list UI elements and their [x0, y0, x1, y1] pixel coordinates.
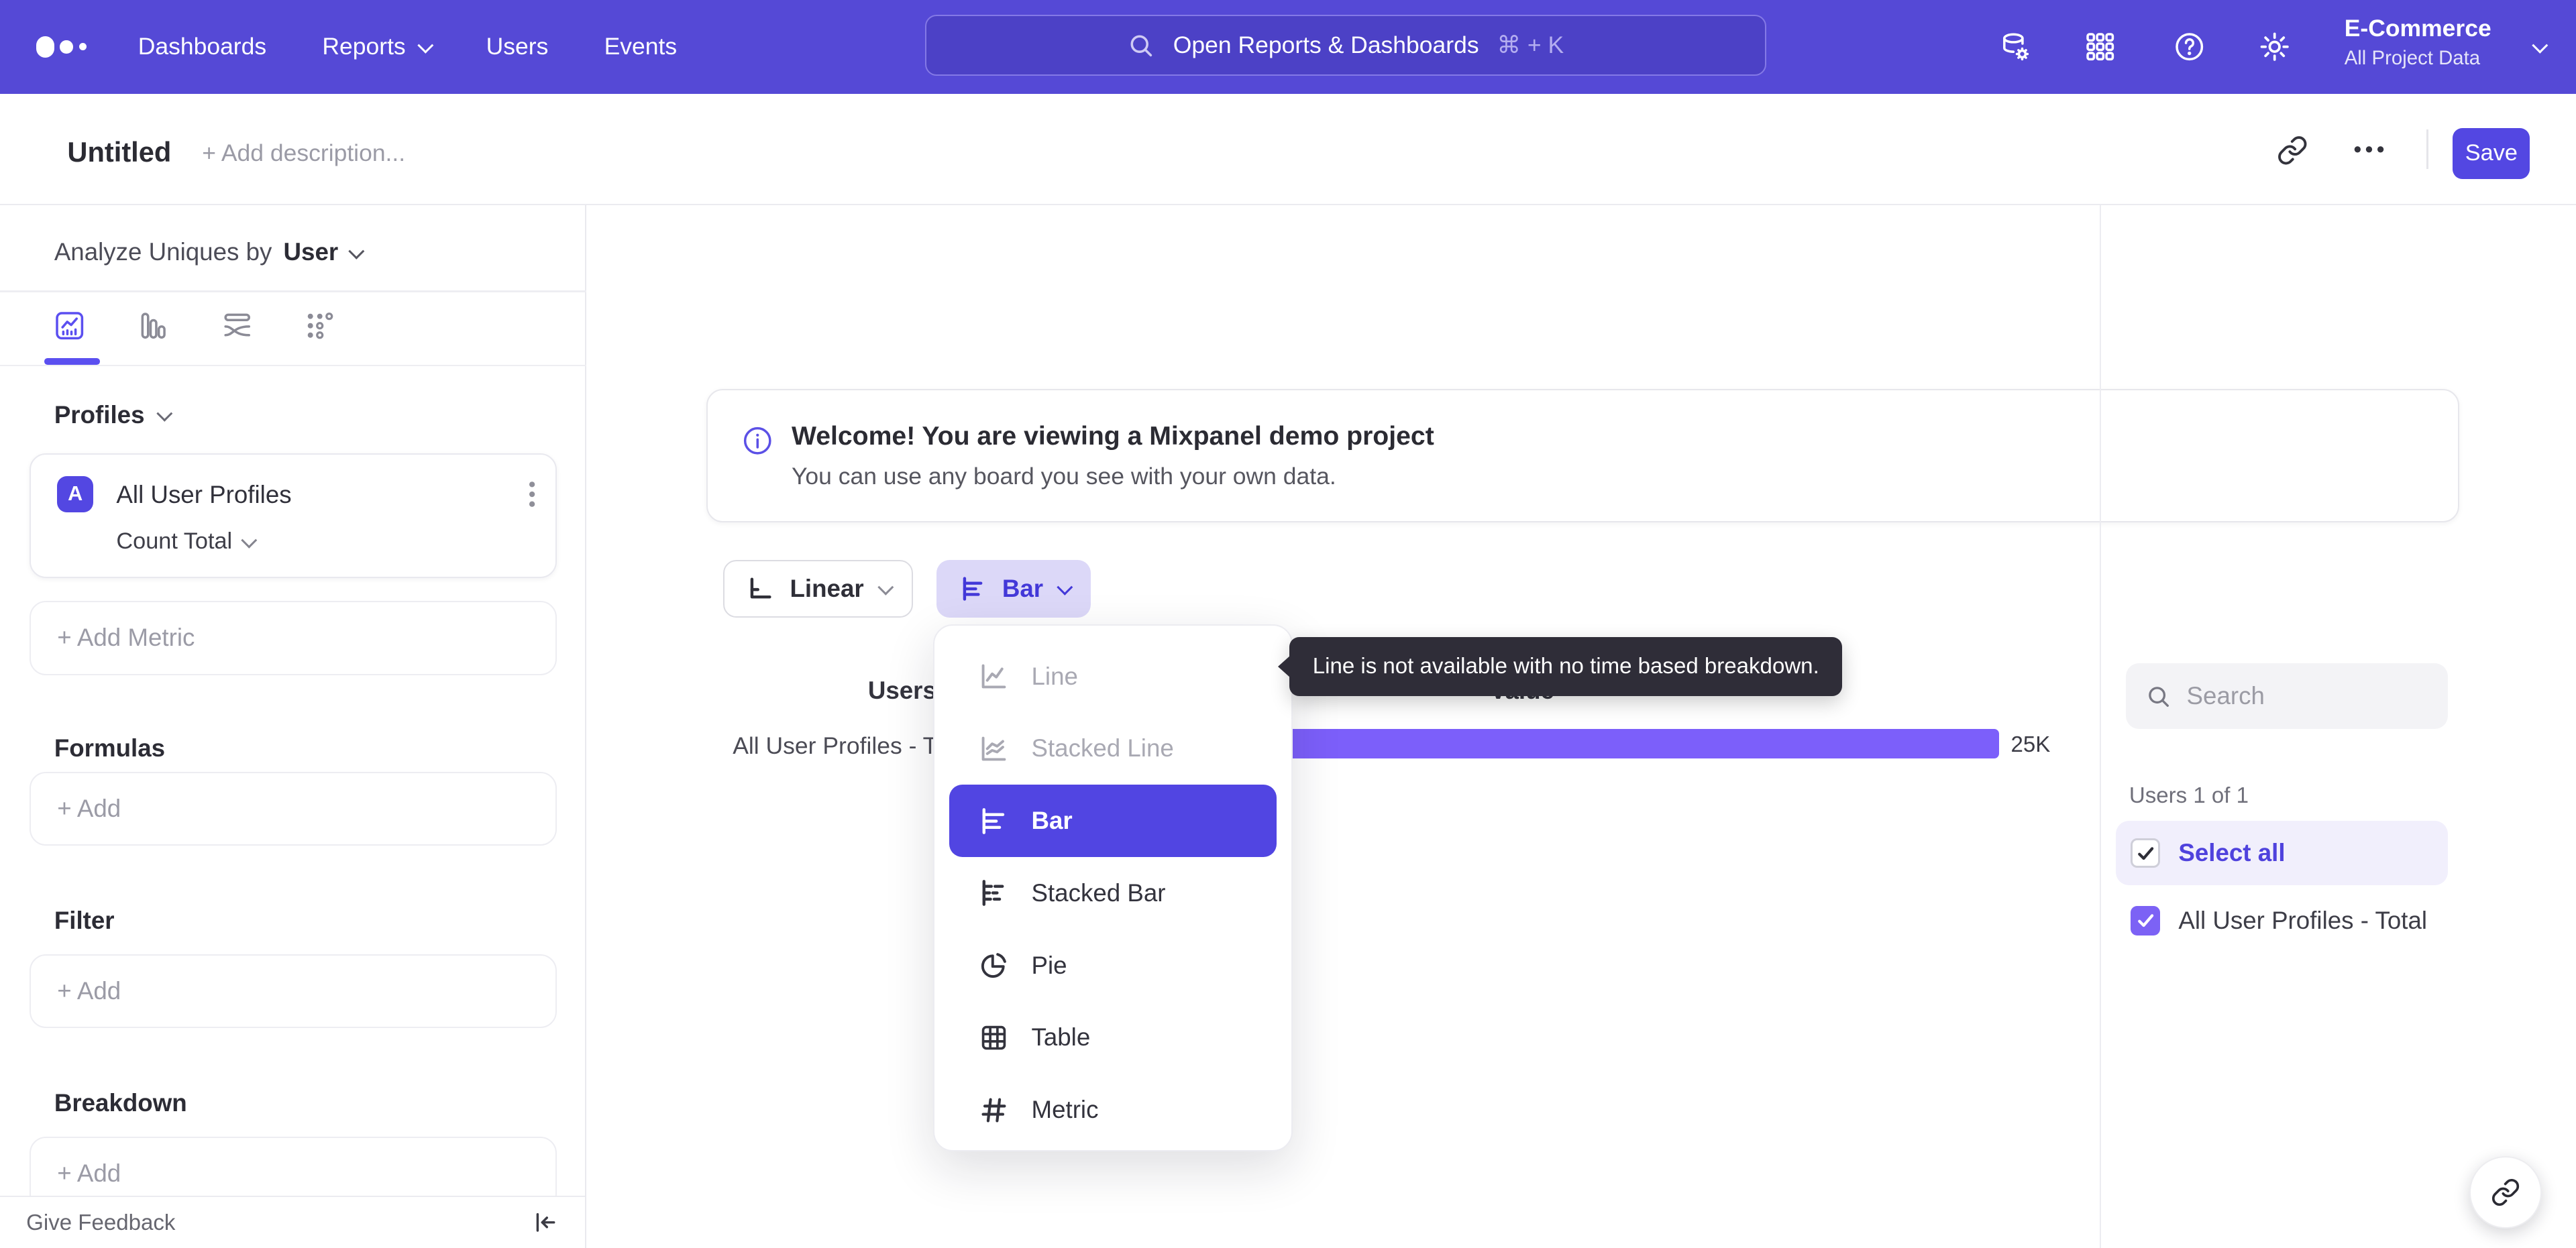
bar-chart-icon — [982, 807, 1004, 834]
divider — [2099, 205, 2102, 1248]
nav-item-reports[interactable]: Reports — [322, 33, 434, 60]
menu-item-pie[interactable]: Pie — [934, 929, 1291, 1002]
check-icon — [2137, 914, 2153, 927]
report-title-bar: Untitled + Add description... Save — [0, 93, 2576, 206]
active-tab-indicator — [44, 357, 101, 365]
query-builder-sidebar: Analyze Uniques by User Profiles A All U… — [0, 205, 587, 1248]
tab-funnels[interactable] — [136, 308, 170, 343]
profiles-section-toggle[interactable]: Profiles — [54, 401, 173, 429]
search-icon — [2149, 686, 2169, 707]
scale-selector-button[interactable]: Linear — [722, 560, 913, 618]
formulas-section-title: Formulas — [54, 734, 166, 762]
info-icon — [742, 425, 773, 457]
nav-links: Dashboards Reports Users Events — [138, 0, 677, 94]
line-chart-icon — [981, 664, 1006, 689]
tab-retention[interactable] — [303, 308, 337, 343]
menu-item-bar[interactable]: Bar — [949, 785, 1277, 857]
metric-kebab-menu-icon[interactable] — [528, 479, 536, 509]
top-nav: Dashboards Reports Users Events Open Rep… — [0, 0, 2576, 94]
mixpanel-logo-icon[interactable] — [36, 36, 87, 58]
chart-bar-value-label: 25K — [2010, 732, 2051, 758]
chevron-down-icon — [241, 532, 258, 549]
project-name: E-Commerce — [2344, 15, 2491, 42]
search-placeholder: Open Reports & Dashboards — [1173, 31, 1479, 58]
settings-gear-icon[interactable] — [2257, 30, 2292, 64]
series-item-checkbox[interactable] — [2131, 905, 2161, 935]
sidebar-footer: Give Feedback — [0, 1195, 585, 1248]
mixpanel-insights-app: Dashboards Reports Users Events Open Rep… — [0, 0, 2576, 1248]
add-formula-button[interactable]: + Add — [30, 772, 557, 846]
add-filter-button[interactable]: + Add — [30, 954, 557, 1029]
chevron-down-icon — [156, 405, 173, 422]
nav-item-events[interactable]: Events — [604, 33, 678, 60]
apps-grid-icon[interactable] — [2083, 30, 2117, 64]
divider — [0, 290, 587, 292]
divider — [0, 364, 587, 367]
save-button[interactable]: Save — [2453, 128, 2530, 179]
data-connections-icon[interactable] — [1998, 30, 2032, 64]
more-ellipsis-icon[interactable] — [2353, 143, 2385, 156]
stacked-bar-chart-icon — [982, 880, 1004, 907]
demo-welcome-banner: Welcome! You are viewing a Mixpanel demo… — [706, 389, 2460, 522]
search-shortcut: ⌘ + K — [1497, 31, 1564, 58]
collapse-sidebar-icon[interactable] — [531, 1208, 559, 1237]
bar-chart-icon — [963, 577, 983, 601]
chevron-down-icon — [348, 243, 365, 260]
chevron-down-icon — [417, 37, 434, 54]
project-switcher[interactable]: E-Commerce All Project Data — [2345, 15, 2558, 70]
menu-item-line[interactable]: Line — [934, 640, 1291, 713]
nav-item-dashboards[interactable]: Dashboards — [138, 33, 266, 60]
copy-link-fab[interactable] — [2469, 1156, 2542, 1229]
filter-section-title: Filter — [54, 906, 115, 934]
search-icon — [1130, 35, 1152, 56]
add-metric-button[interactable]: + Add Metric — [30, 601, 557, 675]
add-description-field[interactable]: + Add description... — [202, 139, 405, 167]
divider — [2426, 129, 2428, 170]
tab-insights[interactable] — [52, 308, 87, 343]
banner-subtitle: You can use any board you see with your … — [791, 463, 1336, 490]
give-feedback-link[interactable]: Give Feedback — [26, 1197, 175, 1248]
table-icon — [981, 1025, 1006, 1050]
menu-item-metric[interactable]: Metric — [934, 1074, 1291, 1146]
metric-hash-icon — [981, 1098, 1006, 1123]
project-scope: All Project Data — [2344, 47, 2481, 70]
series-item-row[interactable]: All User Profiles - Total — [2116, 889, 2448, 953]
analyze-uniques-row: Analyze Uniques by User — [54, 238, 365, 266]
series-search-input[interactable]: Search — [2125, 663, 2448, 730]
copy-link-icon — [2491, 1178, 2519, 1206]
breakdown-section-title: Breakdown — [54, 1088, 187, 1117]
stacked-line-chart-icon — [981, 736, 1006, 761]
report-title[interactable]: Untitled — [67, 136, 171, 168]
chevron-down-icon — [877, 579, 894, 596]
pie-chart-icon — [981, 953, 1006, 978]
chart-type-selector-button[interactable]: Bar — [936, 560, 1091, 618]
tab-flows[interactable] — [220, 308, 254, 343]
banner-title: Welcome! You are viewing a Mixpanel demo… — [791, 421, 1434, 451]
check-icon — [2137, 846, 2153, 860]
nav-item-users[interactable]: Users — [486, 33, 549, 60]
menu-item-stacked-bar[interactable]: Stacked Bar — [934, 857, 1291, 929]
menu-item-stacked-line[interactable]: Stacked Line — [934, 712, 1291, 785]
select-all-row[interactable]: Select all — [2116, 821, 2448, 885]
linear-axis-icon — [751, 577, 771, 599]
chart-type-dropdown-menu: Line Stacked Line Bar Stacked Bar Pie Ta… — [933, 624, 1293, 1151]
global-search-button[interactable]: Open Reports & Dashboards ⌘ + K — [924, 15, 1766, 76]
menu-item-table[interactable]: Table — [934, 1001, 1291, 1074]
copy-link-icon[interactable] — [2277, 135, 2308, 166]
tooltip-arrow — [1278, 655, 1291, 679]
help-icon[interactable] — [2172, 30, 2206, 64]
metric-badge: A — [57, 475, 94, 512]
chevron-down-icon — [1057, 579, 1073, 596]
series-count-label: Users 1 of 1 — [2129, 783, 2249, 809]
analyze-value-dropdown[interactable]: User — [284, 238, 339, 266]
metric-card[interactable]: A All User Profiles Count Total — [30, 453, 557, 578]
metric-name[interactable]: All User Profiles — [116, 481, 291, 509]
chart-column-header-users: Users — [867, 676, 936, 704]
series-search-placeholder: Search — [2186, 682, 2265, 710]
disabled-option-tooltip: Line is not available with no time based… — [1278, 637, 1843, 697]
analyze-label: Analyze Uniques by — [54, 238, 272, 266]
select-all-checkbox[interactable] — [2131, 838, 2161, 868]
aggregation-dropdown[interactable]: Count Total — [116, 528, 258, 555]
